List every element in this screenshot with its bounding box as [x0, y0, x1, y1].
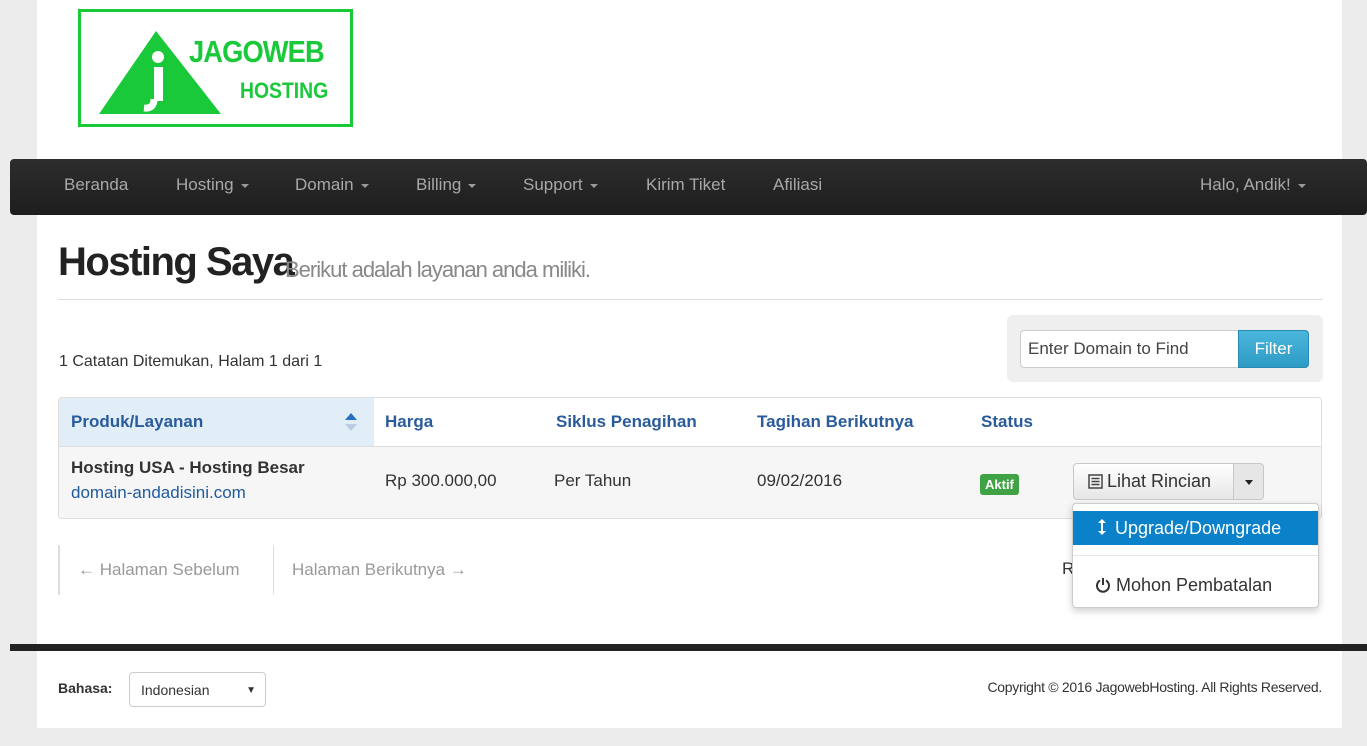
actions-dropdown-menu: Upgrade/Downgrade Mohon Pembatalan	[1072, 503, 1319, 608]
nav-afiliasi-label: Afiliasi	[773, 175, 823, 194]
copyright-text: Copyright © 2016 JagowebHosting. All Rig…	[987, 679, 1323, 695]
domain-search-input[interactable]	[1020, 330, 1238, 368]
actions-dropdown-toggle[interactable]	[1233, 463, 1264, 500]
main-navbar: Beranda Hosting Domain Billing Support K…	[10, 159, 1367, 215]
upgrade-downgrade-item[interactable]: Upgrade/Downgrade	[1073, 511, 1318, 545]
view-details-button[interactable]: Lihat Rincian	[1073, 463, 1234, 500]
cancel-request-item[interactable]: Mohon Pembatalan	[1073, 568, 1318, 602]
chevron-down-icon: ▼	[246, 685, 256, 696]
col-header-status[interactable]: Status	[981, 412, 1033, 432]
nav-beranda-label: Beranda	[64, 175, 129, 194]
cycle-cell: Per Tahun	[554, 471, 632, 490]
view-details-label: Lihat Rincian	[1107, 471, 1212, 491]
nav-domain[interactable]: Domain	[295, 159, 369, 215]
product-name: Hosting USA - Hosting Besar	[71, 458, 305, 477]
nav-afiliasi[interactable]: Afiliasi	[773, 159, 822, 215]
nav-hosting[interactable]: Hosting	[176, 159, 249, 215]
list-icon	[1088, 474, 1103, 489]
caret-down-icon	[1245, 480, 1253, 485]
col-header-next-due[interactable]: Tagihan Berikutnya	[757, 412, 914, 432]
filter-button[interactable]: Filter	[1238, 330, 1309, 368]
col-header-product[interactable]: Produk/Layanan	[71, 412, 203, 432]
page-subtitle: Berikut adalah layanan anda miliki.	[285, 257, 591, 282]
caret-down-icon	[589, 183, 598, 188]
nav-domain-label: Domain	[295, 175, 354, 194]
caret-down-icon	[468, 183, 477, 188]
nav-user-menu[interactable]: Halo, Andik!	[1200, 159, 1306, 215]
sort-icon[interactable]	[344, 412, 358, 432]
language-label: Bahasa:	[58, 680, 113, 696]
nav-billing[interactable]: Billing	[416, 159, 477, 215]
pagination: ← Halaman Sebelum Halaman Berikutnya →	[58, 545, 467, 595]
logo-text-bottom: HOSTING	[240, 78, 329, 103]
nav-kirim-tiket-label: Kirim Tiket	[646, 175, 726, 194]
nav-kirim-tiket[interactable]: Kirim Tiket	[646, 159, 725, 215]
table-header: Produk/Layanan Harga Siklus Penagihan Ta…	[59, 398, 1321, 447]
upgrade-downgrade-label: Upgrade/Downgrade	[1115, 518, 1282, 538]
nav-billing-label: Billing	[416, 175, 462, 194]
title-divider	[58, 299, 1323, 300]
nav-hosting-label: Hosting	[176, 175, 234, 194]
nav-beranda[interactable]: Beranda	[64, 159, 128, 215]
domain-link[interactable]: domain-andadisini.com	[71, 483, 246, 503]
footer-divider	[10, 644, 1367, 651]
pagination-divider	[273, 546, 274, 594]
cancel-request-label: Mohon Pembatalan	[1116, 575, 1273, 595]
nav-support[interactable]: Support	[523, 159, 598, 215]
logo-text-top: JAGOWEB	[189, 34, 325, 69]
page-title: Hosting Saya	[58, 240, 295, 284]
dropdown-divider	[1073, 555, 1318, 556]
language-select[interactable]: Indonesian ▼	[129, 672, 266, 707]
caret-down-icon	[1297, 183, 1306, 188]
power-icon	[1096, 578, 1110, 593]
next-page-button[interactable]: Halaman Berikutnya →	[292, 546, 467, 594]
site-logo[interactable]: JAGOWEB HOSTING	[78, 9, 353, 127]
prev-page-button[interactable]: ← Halaman Sebelum	[78, 546, 240, 594]
price-cell: Rp 300.000,00	[385, 471, 497, 490]
services-table: Produk/Layanan Harga Siklus Penagihan Ta…	[58, 397, 1322, 519]
records-count: 1 Catatan Ditemukan, Halam 1 dari 1	[59, 353, 323, 370]
filter-box: Filter	[1007, 315, 1323, 382]
col-header-cycle[interactable]: Siklus Penagihan	[556, 412, 697, 432]
status-badge: Aktif	[980, 474, 1019, 495]
next-due-cell: 09/02/2016	[757, 471, 843, 490]
language-value: Indonesian	[141, 682, 210, 698]
resize-vertical-icon	[1098, 519, 1106, 535]
caret-down-icon	[240, 183, 249, 188]
nav-support-label: Support	[523, 175, 583, 194]
col-header-price[interactable]: Harga	[385, 412, 433, 432]
caret-down-icon	[360, 183, 369, 188]
nav-user-label: Halo, Andik!	[1200, 175, 1291, 194]
